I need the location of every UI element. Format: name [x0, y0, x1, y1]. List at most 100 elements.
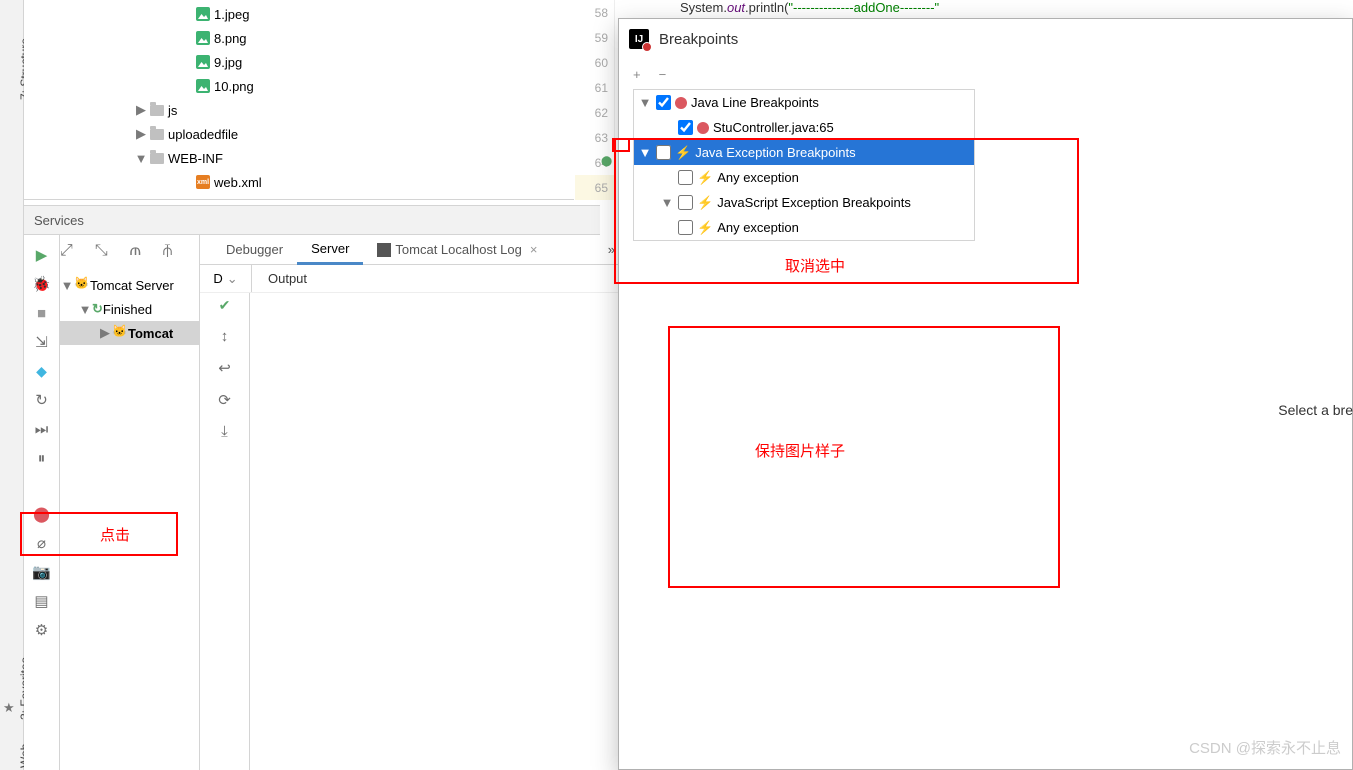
line-number[interactable]: 63 — [575, 125, 614, 150]
output-header: D⌄ Output — [200, 265, 619, 293]
view-breakpoints-icon[interactable]: ⬤ — [32, 504, 52, 524]
bp-item-stucontroller[interactable]: StuController.java:65 — [634, 115, 974, 140]
tomcat-instance-node[interactable]: ▶Tomcat — [60, 321, 199, 345]
chevron-down-icon: ▼ — [638, 95, 652, 110]
wrap-icon[interactable]: ↩ — [218, 359, 231, 377]
bp-checkbox[interactable] — [678, 195, 693, 210]
add-icon[interactable]: + — [633, 67, 641, 82]
tree-item: 10.png — [24, 74, 574, 98]
services-top-icons: ⤢ ⤡ ⫙ ⫚ — [60, 242, 172, 260]
breakpoints-titlebar[interactable]: Breakpoints — [619, 19, 1352, 59]
annotation-text: 点击 — [100, 524, 130, 545]
output-label: Output — [252, 271, 307, 286]
download-icon[interactable]: ⤓ — [221, 423, 228, 440]
bp-group-java-exception[interactable]: ▼ ⚡ Java Exception Breakpoints — [634, 140, 974, 165]
line-number[interactable]: 59 — [575, 25, 614, 50]
services-content: Debugger Server Tomcat Localhost Log× » … — [200, 235, 619, 770]
breakpoints-tree[interactable]: ▼ Java Line Breakpoints StuController.ja… — [633, 89, 975, 241]
pause-icon[interactable]: ⏸ — [32, 448, 52, 468]
tomcat-icon — [112, 326, 128, 340]
bp-checkbox[interactable] — [678, 220, 693, 235]
bp-group-java-line[interactable]: ▼ Java Line Breakpoints — [634, 90, 974, 115]
breakpoints-dialog[interactable]: Breakpoints + − ▼ Java Line Breakpoints … — [618, 18, 1353, 770]
debug-icon[interactable]: 🐞 — [32, 274, 52, 294]
filter-icon[interactable]: ⇲ — [32, 332, 52, 352]
update-icon[interactable]: ◆ — [32, 361, 52, 381]
image-icon — [194, 31, 212, 45]
group-icon[interactable]: ⫙ — [130, 242, 141, 260]
remove-icon[interactable]: − — [659, 67, 667, 82]
more-tabs-icon[interactable]: » — [608, 242, 615, 257]
folder-icon — [148, 105, 166, 116]
bp-checkbox[interactable] — [656, 95, 671, 110]
intellij-icon — [629, 29, 649, 49]
layout-icon[interactable]: ▤ — [32, 591, 52, 611]
chevron-down-icon: ▼ — [660, 195, 674, 210]
snapshot-icon[interactable]: 📷 — [32, 562, 52, 582]
gear-icon[interactable]: ⚙ — [32, 620, 52, 640]
chevron-right-icon[interactable]: ▶ — [134, 126, 148, 142]
scroll-icon[interactable]: ↕ — [221, 328, 229, 345]
run-gutter-icon[interactable]: ⬤ — [601, 156, 612, 167]
image-icon — [194, 55, 212, 69]
reload-icon[interactable]: ⟳ — [218, 391, 231, 409]
services-title: Services — [34, 213, 84, 228]
log-icon — [377, 243, 391, 257]
bp-checkbox[interactable] — [678, 170, 693, 185]
tree-item: 1.jpeg — [24, 2, 574, 26]
line-number[interactable]: 60 — [575, 50, 614, 75]
tomcat-icon — [74, 278, 90, 292]
line-number[interactable]: 61 — [575, 75, 614, 100]
stop-icon[interactable]: ■ — [32, 303, 52, 323]
tree-item: ▶uploadedfile — [24, 122, 574, 146]
xml-icon: xml — [194, 175, 212, 189]
editor-gutter: 58 59 60 61 62 63 64 65 — [575, 0, 615, 200]
image-icon — [194, 7, 212, 21]
mute-breakpoints-icon[interactable]: ⌀ — [32, 533, 52, 553]
tree-item: 9.jpg — [24, 50, 574, 74]
collapse-icon[interactable]: ⤡ — [95, 242, 108, 260]
run-icon[interactable]: ▶ — [32, 245, 52, 265]
finished-node[interactable]: ▼↻Finished — [60, 297, 199, 321]
refresh-icon: ↻ — [92, 301, 103, 317]
folder-icon — [148, 153, 166, 164]
line-number[interactable]: 62 — [575, 100, 614, 125]
folder-icon — [148, 129, 166, 140]
breakpoint-icon — [697, 122, 709, 134]
chevron-down-icon[interactable]: ▼ — [134, 151, 148, 166]
bp-item-any-exception-js[interactable]: ⚡ Any exception — [634, 215, 974, 240]
breakpoints-detail-hint: Select a bre — [1278, 402, 1353, 418]
filter-icon[interactable]: ⫚ — [163, 242, 173, 260]
line-number[interactable]: 65 — [575, 175, 614, 200]
chevron-right-icon[interactable]: ▶ — [134, 102, 148, 118]
bp-item-any-exception[interactable]: ⚡ Any exception — [634, 165, 974, 190]
expand-icon[interactable]: ⤢ — [60, 242, 73, 260]
line-number[interactable]: 58 — [575, 0, 614, 25]
bp-group-js-exception[interactable]: ▼ ⚡ JavaScript Exception Breakpoints — [634, 190, 974, 215]
lightning-icon: ⚡ — [697, 170, 713, 186]
output-filter[interactable]: D⌄ — [200, 265, 252, 292]
bp-checkbox[interactable] — [678, 120, 693, 135]
tree-item: jspException.jsp — [24, 194, 574, 200]
services-panel: ▶ 🐞 ■ ⇲ ◆ ↻ ⏭ ⏸ ⬤ ⌀ 📷 ▤ ⚙ ▼Tomcat Server… — [24, 235, 619, 770]
editor-code[interactable]: System.out.println("--------------addOne… — [680, 0, 939, 16]
tomcat-server-node[interactable]: ▼Tomcat Server — [60, 273, 199, 297]
star-icon: ★ — [3, 700, 15, 716]
bp-checkbox[interactable] — [656, 145, 671, 160]
tree-item: xmlweb.xml — [24, 170, 574, 194]
rerun-icon[interactable]: ↻ — [32, 390, 52, 410]
tab-server[interactable]: Server — [297, 235, 363, 265]
tab-debugger[interactable]: Debugger — [212, 235, 297, 265]
breakpoints-toolbar: + − — [619, 59, 1352, 89]
tab-tomcat-log[interactable]: Tomcat Localhost Log× — [363, 235, 551, 265]
services-tree[interactable]: ▼Tomcat Server ▼↻Finished ▶Tomcat — [60, 235, 200, 770]
close-icon[interactable]: × — [530, 242, 538, 257]
services-header: Services — [24, 205, 600, 235]
step-icon[interactable]: ⏭ — [32, 419, 52, 439]
check-icon: ✔ — [219, 297, 231, 314]
tree-item: ▼WEB-INF — [24, 146, 574, 170]
breakpoint-icon — [675, 97, 687, 109]
left-tool-stripe: 7: Structure ★ 2: Favorites Web — [0, 0, 24, 770]
project-tree[interactable]: 1.jpeg 8.png 9.jpg 10.png ▶js ▶uploadedf… — [24, 0, 574, 200]
output-gutter: ✔ ↕ ↩ ⟳ ⤓ — [200, 293, 250, 770]
